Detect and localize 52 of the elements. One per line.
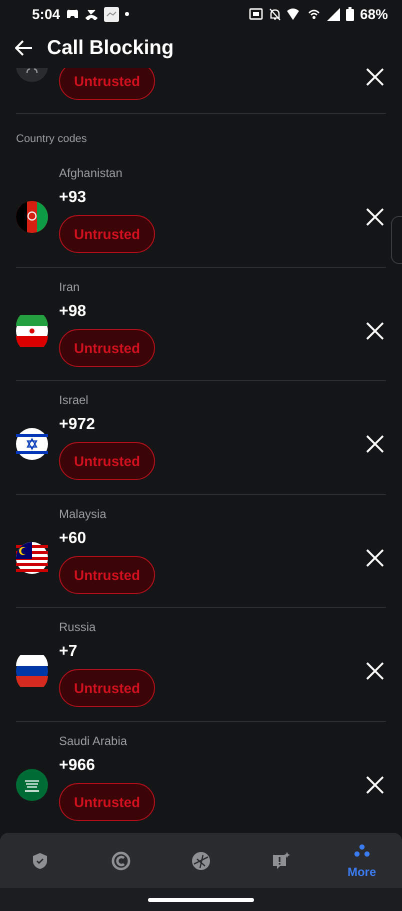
close-icon[interactable] xyxy=(366,68,384,86)
flag-icon xyxy=(16,542,48,574)
country-name: Israel xyxy=(59,392,88,409)
hotspot-icon xyxy=(306,8,321,20)
country-name: Russia xyxy=(59,619,96,636)
untrusted-tag: Untrusted xyxy=(59,328,156,366)
untrusted-tag: Untrusted xyxy=(59,442,156,480)
country-code: +966 xyxy=(59,756,96,776)
dot-icon xyxy=(125,12,130,16)
flag-icon xyxy=(16,768,48,800)
close-icon[interactable] xyxy=(366,208,384,226)
country-code: +98 xyxy=(59,302,86,322)
untrusted-tag: Untrusted xyxy=(59,68,156,100)
untrusted-tag: Untrusted xyxy=(59,669,156,707)
country-name: Saudi Arabia xyxy=(59,732,128,750)
country-code: +93 xyxy=(59,188,86,208)
country-code: +7 xyxy=(59,642,78,662)
game-controller-icon xyxy=(66,9,80,19)
clock-time: 5:04 xyxy=(32,6,60,22)
battery-icon xyxy=(346,7,354,21)
home-indicator[interactable] xyxy=(148,898,254,902)
back-arrow-icon[interactable] xyxy=(15,40,33,56)
untrusted-tag: Untrusted xyxy=(59,215,156,253)
country-name: Malaysia xyxy=(59,506,106,522)
country-code: +972 xyxy=(59,415,96,435)
flag-icon xyxy=(16,428,48,460)
country-name: Iran xyxy=(59,278,80,296)
edge-handle[interactable] xyxy=(391,216,402,264)
striped-ball-icon xyxy=(191,850,212,870)
flag-icon xyxy=(16,314,48,346)
data-saver-icon xyxy=(248,8,263,20)
untrusted-tag: Untrusted xyxy=(59,556,156,594)
close-icon[interactable] xyxy=(366,322,384,340)
country-code: +60 xyxy=(59,528,86,548)
app-notification-icon xyxy=(104,6,120,22)
untrusted-tag: Untrusted xyxy=(59,782,156,820)
flag-icon xyxy=(16,655,48,687)
missed-call-icon xyxy=(85,8,98,20)
country-name: Afghanistan xyxy=(59,165,122,182)
flag-icon xyxy=(16,201,48,233)
battery-percentage: 68% xyxy=(360,6,388,22)
alert-message-icon xyxy=(271,850,292,870)
c-logo-icon xyxy=(110,850,131,870)
section-header: Country codes xyxy=(16,132,88,146)
close-icon[interactable] xyxy=(366,435,384,453)
close-icon[interactable] xyxy=(366,662,384,680)
muted-bell-icon xyxy=(268,8,281,20)
screen-title: Call Blocking xyxy=(47,36,174,60)
wifi-icon xyxy=(286,8,301,20)
close-icon[interactable] xyxy=(366,776,384,794)
signal-icon xyxy=(326,8,340,20)
close-icon[interactable] xyxy=(366,548,384,566)
